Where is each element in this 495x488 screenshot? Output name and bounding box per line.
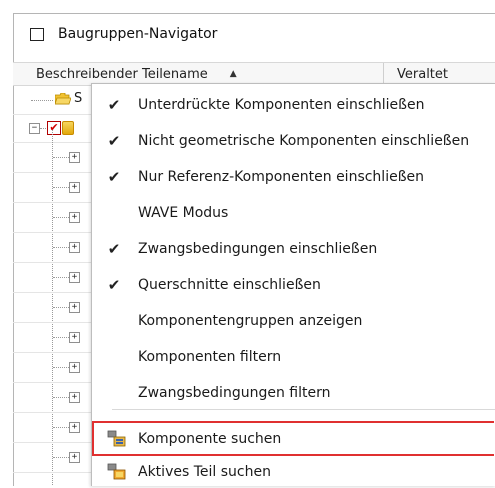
menu-item-label: Zwangsbedingungen einschließen	[138, 241, 378, 257]
expand-icon[interactable]: +	[69, 212, 80, 223]
menu-item-filter-constraints[interactable]: Zwangsbedingungen filtern	[92, 375, 495, 411]
menu-item-label: Aktives Teil suchen	[138, 464, 271, 480]
menu-item-label: Unterdrückte Komponenten einschließen	[138, 97, 425, 113]
tree-row[interactable]: +	[13, 142, 93, 173]
menu-item-include-sections[interactable]: ✔ Querschnitte einschließen	[92, 267, 495, 303]
tree-row[interactable]: S	[13, 84, 93, 115]
tree-row[interactable]: +	[13, 262, 93, 293]
panel-title: Baugruppen-Navigator	[58, 26, 218, 42]
expand-icon[interactable]: +	[69, 392, 80, 403]
panel-window-icon[interactable]	[30, 27, 44, 41]
tree-row[interactable]: +	[13, 232, 93, 263]
find-active-part-icon	[107, 463, 126, 480]
checkmark-icon: ✔	[107, 168, 121, 186]
panel-title-bar: Baugruppen-Navigator	[14, 14, 495, 54]
menu-item-label: Nicht geometrische Komponenten einschlie…	[138, 133, 470, 149]
checkmark-icon: ✔	[107, 96, 121, 114]
checkmark-icon: ✔	[107, 240, 121, 258]
tree-row[interactable]: +	[13, 412, 93, 443]
tree-row[interactable]: +	[13, 172, 93, 203]
menu-item-label: Zwangsbedingungen filtern	[138, 385, 331, 401]
menu-item-include-suppressed[interactable]: ✔ Unterdrückte Komponenten einschließen	[92, 87, 495, 123]
expand-icon[interactable]: +	[69, 182, 80, 193]
checkbox-checked-icon[interactable]: ✔	[47, 121, 61, 135]
highlight-frame	[92, 421, 494, 456]
checkmark-icon: ✔	[107, 132, 121, 150]
menu-item-label: Querschnitte einschließen	[138, 277, 321, 293]
expand-icon[interactable]: +	[69, 152, 80, 163]
tree-row[interactable]: +	[13, 292, 93, 323]
menu-item-wave-mode[interactable]: WAVE Modus	[92, 195, 495, 231]
column-divider[interactable]	[383, 63, 384, 85]
menu-item-label: WAVE Modus	[138, 205, 229, 221]
expand-icon[interactable]: +	[69, 452, 80, 463]
menu-separator	[112, 409, 495, 410]
assembly-icon	[62, 121, 74, 135]
expand-icon[interactable]: +	[69, 242, 80, 253]
menu-item-find-active-part[interactable]: Aktives Teil suchen	[92, 456, 495, 488]
menu-item-label: Komponentengruppen anzeigen	[138, 313, 363, 329]
expand-icon[interactable]: +	[69, 362, 80, 373]
menu-item-include-nongeometric[interactable]: ✔ Nicht geometrische Komponenten einschl…	[92, 123, 495, 159]
tree-row[interactable]: +	[13, 382, 93, 413]
expand-icon[interactable]: +	[69, 302, 80, 313]
tree-row[interactable]: +	[13, 442, 93, 473]
menu-item-include-constraints[interactable]: ✔ Zwangsbedingungen einschließen	[92, 231, 495, 267]
sort-ascending-icon: ▲	[229, 69, 237, 79]
expand-icon[interactable]: +	[69, 332, 80, 343]
collapse-icon[interactable]: −	[29, 123, 40, 134]
tree-row[interactable]: − ✔	[13, 114, 93, 143]
checkmark-icon: ✔	[107, 276, 121, 294]
menu-item-label: Nur Referenz-Komponenten einschließen	[138, 169, 425, 185]
tree-row[interactable]: +	[13, 322, 93, 353]
assembly-tree: S − ✔ + + + + + + + + + + +	[13, 84, 93, 485]
menu-item-reference-only[interactable]: ✔ Nur Referenz-Komponenten einschließen	[92, 159, 495, 195]
context-menu: ✔ Unterdrückte Komponenten einschließen …	[91, 83, 495, 486]
menu-item-show-component-groups[interactable]: Komponentengruppen anzeigen	[92, 303, 495, 339]
column-header-name[interactable]: Beschreibender Teilename ▲	[24, 65, 379, 83]
expand-icon[interactable]: +	[69, 272, 80, 283]
column-header-status[interactable]: Veraltet	[397, 65, 448, 83]
menu-item-filter-components[interactable]: Komponenten filtern	[92, 339, 495, 375]
tree-item-label: S	[74, 91, 83, 106]
column-header-name-label: Beschreibender Teilename	[36, 66, 208, 82]
menu-item-label: Komponenten filtern	[138, 349, 282, 365]
expand-icon[interactable]: +	[69, 422, 80, 433]
column-header-status-label: Veraltet	[397, 66, 448, 82]
tree-row[interactable]: +	[13, 202, 93, 233]
tree-row[interactable]: +	[13, 352, 93, 383]
folder-open-icon	[55, 93, 71, 105]
